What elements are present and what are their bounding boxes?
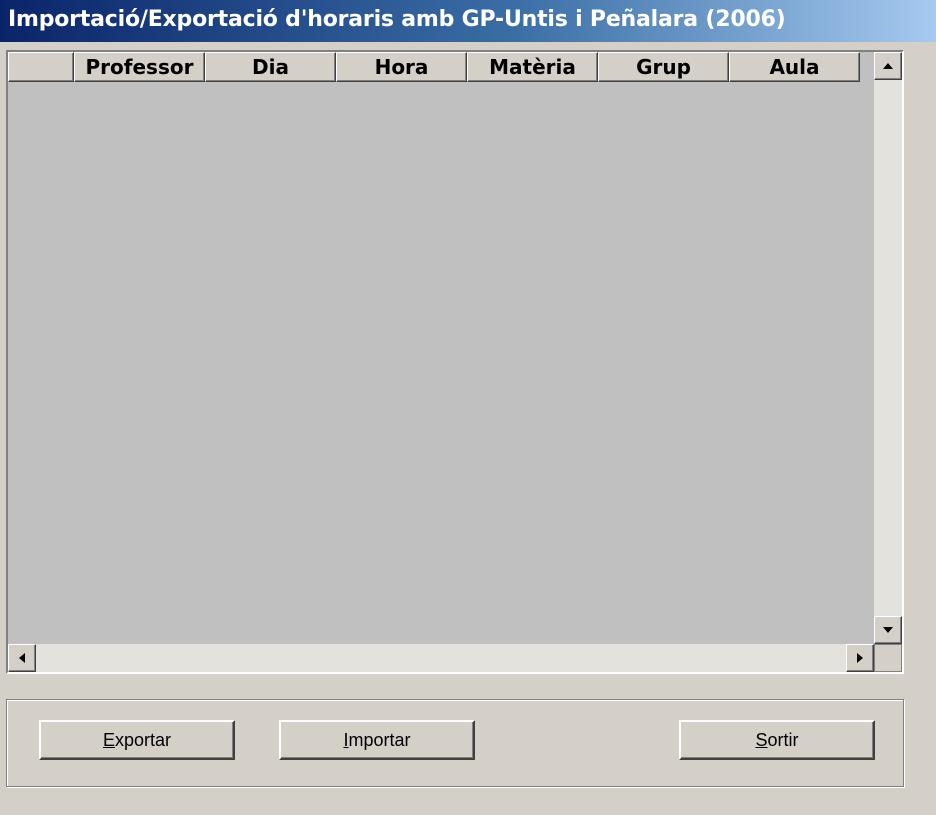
scroll-left-button[interactable] — [8, 644, 36, 672]
export-label: xportar — [114, 729, 172, 750]
horizontal-scrollbar[interactable] — [8, 644, 874, 672]
column-header-professor[interactable]: Professor — [74, 52, 205, 82]
scroll-up-button[interactable] — [874, 52, 902, 80]
column-header-selector[interactable] — [8, 52, 74, 82]
scroll-down-button[interactable] — [874, 616, 902, 644]
exit-button[interactable]: Sortir — [679, 720, 875, 760]
column-header-hora[interactable]: Hora — [336, 52, 467, 82]
exit-accel: S — [755, 729, 768, 750]
grid-body[interactable] — [8, 82, 876, 642]
window-title: Importació/Exportació d'horaris amb GP-U… — [8, 7, 786, 32]
arrow-right-icon — [857, 653, 863, 663]
arrow-up-icon — [883, 63, 893, 69]
exit-label: ortir — [767, 729, 799, 750]
column-header-dia[interactable]: Dia — [205, 52, 336, 82]
export-button[interactable]: Exportar — [39, 720, 235, 760]
grid-header: Professor Dia Hora Matèria Grup Aula — [8, 52, 860, 82]
title-bar[interactable]: Importació/Exportació d'horaris amb GP-U… — [0, 0, 936, 42]
column-header-grup[interactable]: Grup — [598, 52, 729, 82]
vertical-scrollbar[interactable] — [874, 52, 902, 644]
arrow-left-icon — [19, 653, 25, 663]
scroll-right-button[interactable] — [846, 644, 874, 672]
export-accel: E — [102, 729, 115, 750]
column-header-aula[interactable]: Aula — [729, 52, 860, 82]
import-label: mportar — [348, 729, 411, 750]
column-header-materia[interactable]: Matèria — [467, 52, 598, 82]
button-panel: Exportar Importar Sortir — [6, 699, 904, 787]
scrollbar-corner — [874, 644, 902, 672]
import-button[interactable]: Importar — [279, 720, 475, 760]
arrow-down-icon — [883, 627, 893, 633]
schedule-grid[interactable]: Professor Dia Hora Matèria Grup Aula — [6, 50, 904, 674]
